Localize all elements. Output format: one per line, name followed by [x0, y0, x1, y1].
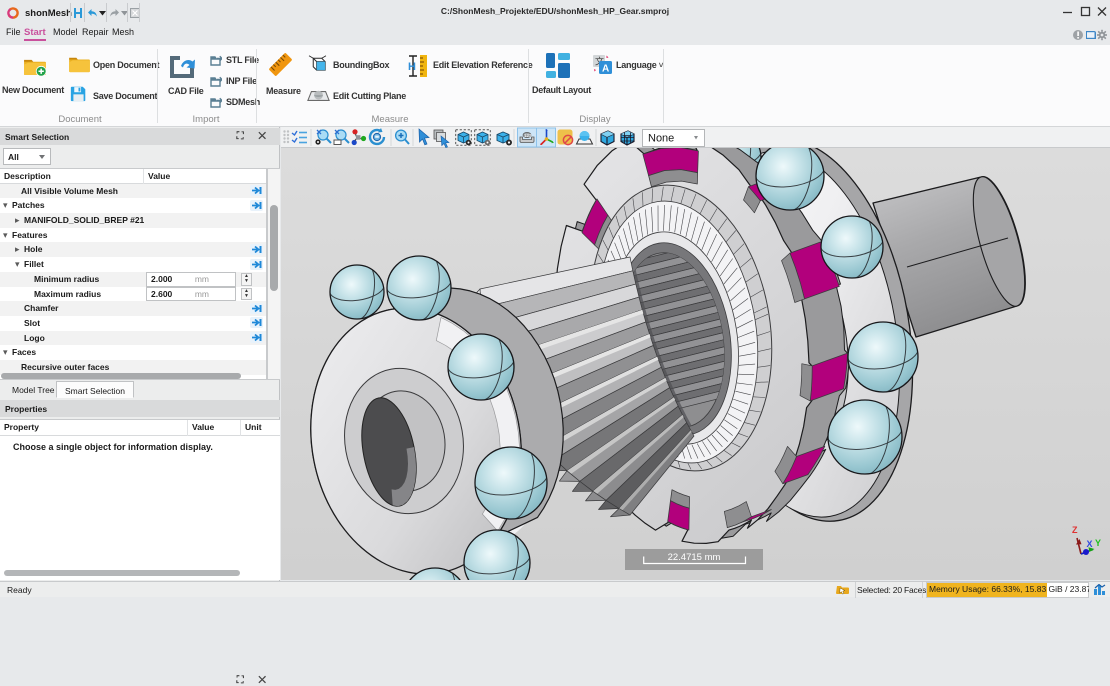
svg-text:None: None: [648, 133, 674, 145]
svg-text:A: A: [602, 64, 609, 75]
svg-text:X: X: [1087, 539, 1093, 549]
svg-text:123: 123: [524, 133, 532, 138]
svg-text:H: H: [408, 61, 416, 73]
svg-text:Z: Z: [1072, 525, 1078, 535]
svg-text:22.4715 mm: 22.4715 mm: [668, 552, 721, 563]
svg-text:Y: Y: [1095, 538, 1101, 548]
